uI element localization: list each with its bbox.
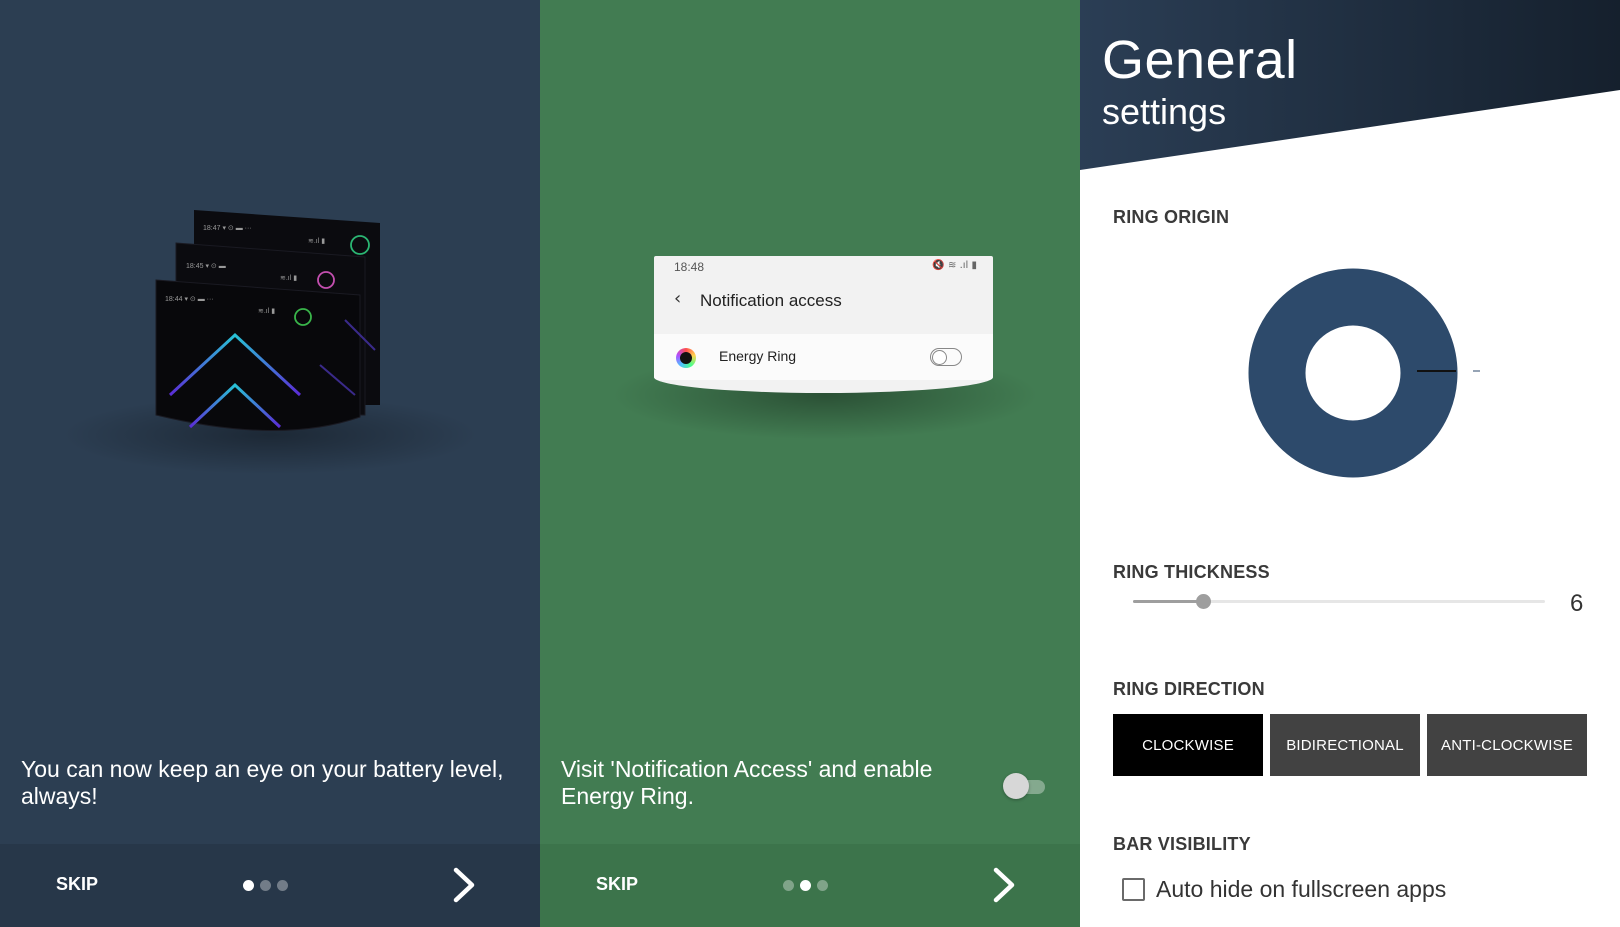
clockwise-button[interactable]: CLOCKWISE [1113,714,1263,776]
phone-stack-illustration: 18:47 ▾ ⊙ ▬ ··· ≋.ıl ▮ 18:45 ▾ ⊙ ▬ ≋.ıl … [155,210,380,432]
toggle-thumb [1003,773,1029,799]
next-arrow-icon[interactable] [988,866,1020,904]
card-status-icons: 🔇 ≋ .ıl ▮ [932,260,977,271]
card-title: Notification access [700,291,842,310]
ring-origin-donut [1248,268,1458,478]
page-dot-3[interactable] [277,880,288,891]
svg-text:≋.ıl ▮: ≋.ıl ▮ [258,308,275,315]
slider-fill [1133,600,1204,603]
ring-origin-heading: RING ORIGIN [1113,207,1230,227]
onboarding-caption: Visit 'Notification Access' and enable E… [561,756,933,809]
page-subtitle: settings [1102,91,1227,132]
general-settings-page: General settings RING ORIGIN RING THICKN… [1080,0,1620,927]
ring-origin-selector[interactable] [1240,265,1500,485]
app-name: Energy Ring [719,348,797,364]
page-dot-3[interactable] [817,880,828,891]
enable-notification-toggle[interactable] [1003,773,1049,799]
ring-thickness-heading: RING THICKNESS [1113,562,1270,582]
auto-hide-label: Auto hide on fullscreen apps [1156,876,1447,902]
page-dot-2[interactable] [800,880,811,891]
onboarding-nav-bar: SKIP [540,844,1080,927]
page-dot-2[interactable] [260,880,271,891]
page-dot-1[interactable] [243,880,254,891]
auto-hide-option[interactable]: Auto hide on fullscreen apps [1122,876,1446,903]
ring-thickness-value: 6 [1570,590,1584,617]
bidirectional-button[interactable]: BIDIRECTIONAL [1270,714,1420,776]
onboarding-nav-bar: SKIP [0,844,540,927]
ring-thickness-slider[interactable] [1133,592,1545,612]
bar-visibility-heading: BAR VISIBILITY [1113,834,1251,854]
svg-text:≋.ıl ▮: ≋.ıl ▮ [308,238,325,245]
onboarding-page-1: 18:47 ▾ ⊙ ▬ ··· ≋.ıl ▮ 18:45 ▾ ⊙ ▬ ≋.ıl … [0,0,540,927]
skip-button[interactable]: SKIP [596,874,638,895]
ring-direction-heading: RING DIRECTION [1113,679,1265,699]
next-arrow-icon[interactable] [448,866,480,904]
page-indicator [783,880,828,891]
onboarding-page-2: 18:48 🔇 ≋ .ıl ▮ ‹ Notification access En… [540,0,1080,927]
page-dot-1[interactable] [783,880,794,891]
energy-ring-app-icon [676,348,696,368]
phone-mid-time: 18:45 ▾ ⊙ ▬ [186,263,226,270]
card-status-time: 18:48 [674,260,705,274]
svg-text:≋.ıl ▮: ≋.ıl ▮ [280,275,297,282]
auto-hide-checkbox[interactable] [1122,878,1145,901]
slider-knob[interactable] [1196,594,1212,609]
anti-clockwise-button[interactable]: ANTI-CLOCKWISE [1427,714,1587,776]
back-arrow-icon: ‹ [674,288,682,309]
page-title: General [1102,30,1298,90]
page-indicator [243,880,288,891]
card-toggle-icon [930,348,962,366]
notification-access-card: 18:48 🔇 ≋ .ıl ▮ ‹ Notification access En… [654,256,993,393]
phone-back-time: 18:47 ▾ ⊙ ▬ ··· [203,225,252,232]
skip-button[interactable]: SKIP [56,874,98,895]
phone-front-time: 18:44 ▾ ⊙ ▬ ··· [165,296,214,303]
energy-ring-row: Energy Ring [654,334,993,380]
ring-direction-buttons: CLOCKWISE BIDIRECTIONAL ANTI-CLOCKWISE [1113,714,1587,776]
onboarding-caption: You can now keep an eye on your battery … [21,756,504,809]
